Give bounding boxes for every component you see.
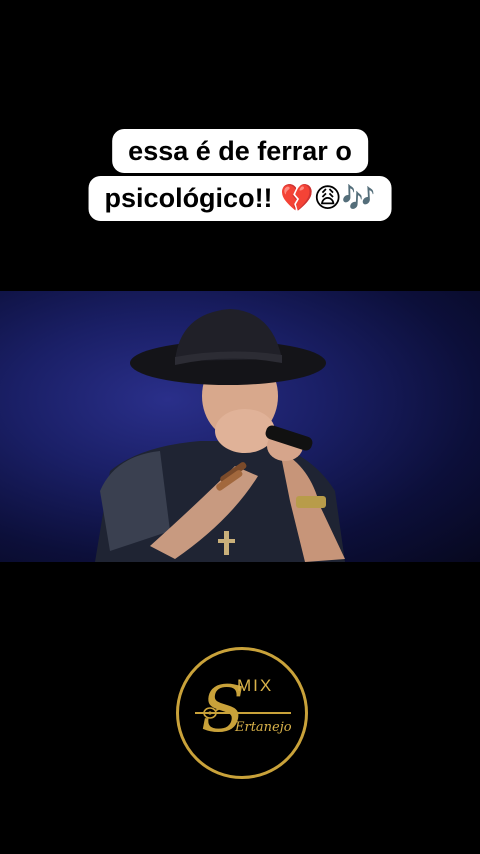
- mix-sertanejo-logo: S MIX Ertanejo: [176, 647, 308, 779]
- caption-line-1: essa é de ferrar o: [112, 129, 368, 173]
- caption-emojis: 💔😩🎶: [280, 183, 376, 214]
- singer-silhouette: [95, 309, 345, 562]
- caption-line-2: psicológico!! 💔😩🎶: [88, 176, 392, 221]
- logo-sub-text: Ertanejo: [235, 720, 292, 735]
- caption-line-2-text: psicológico!!: [104, 183, 273, 213]
- caption-overlay: essa é de ferrar o psicológico!! 💔😩🎶: [0, 0, 480, 240]
- video-frame[interactable]: [0, 291, 480, 562]
- guitar-icon: [203, 705, 225, 719]
- logo-mix-text: MIX: [237, 676, 274, 695]
